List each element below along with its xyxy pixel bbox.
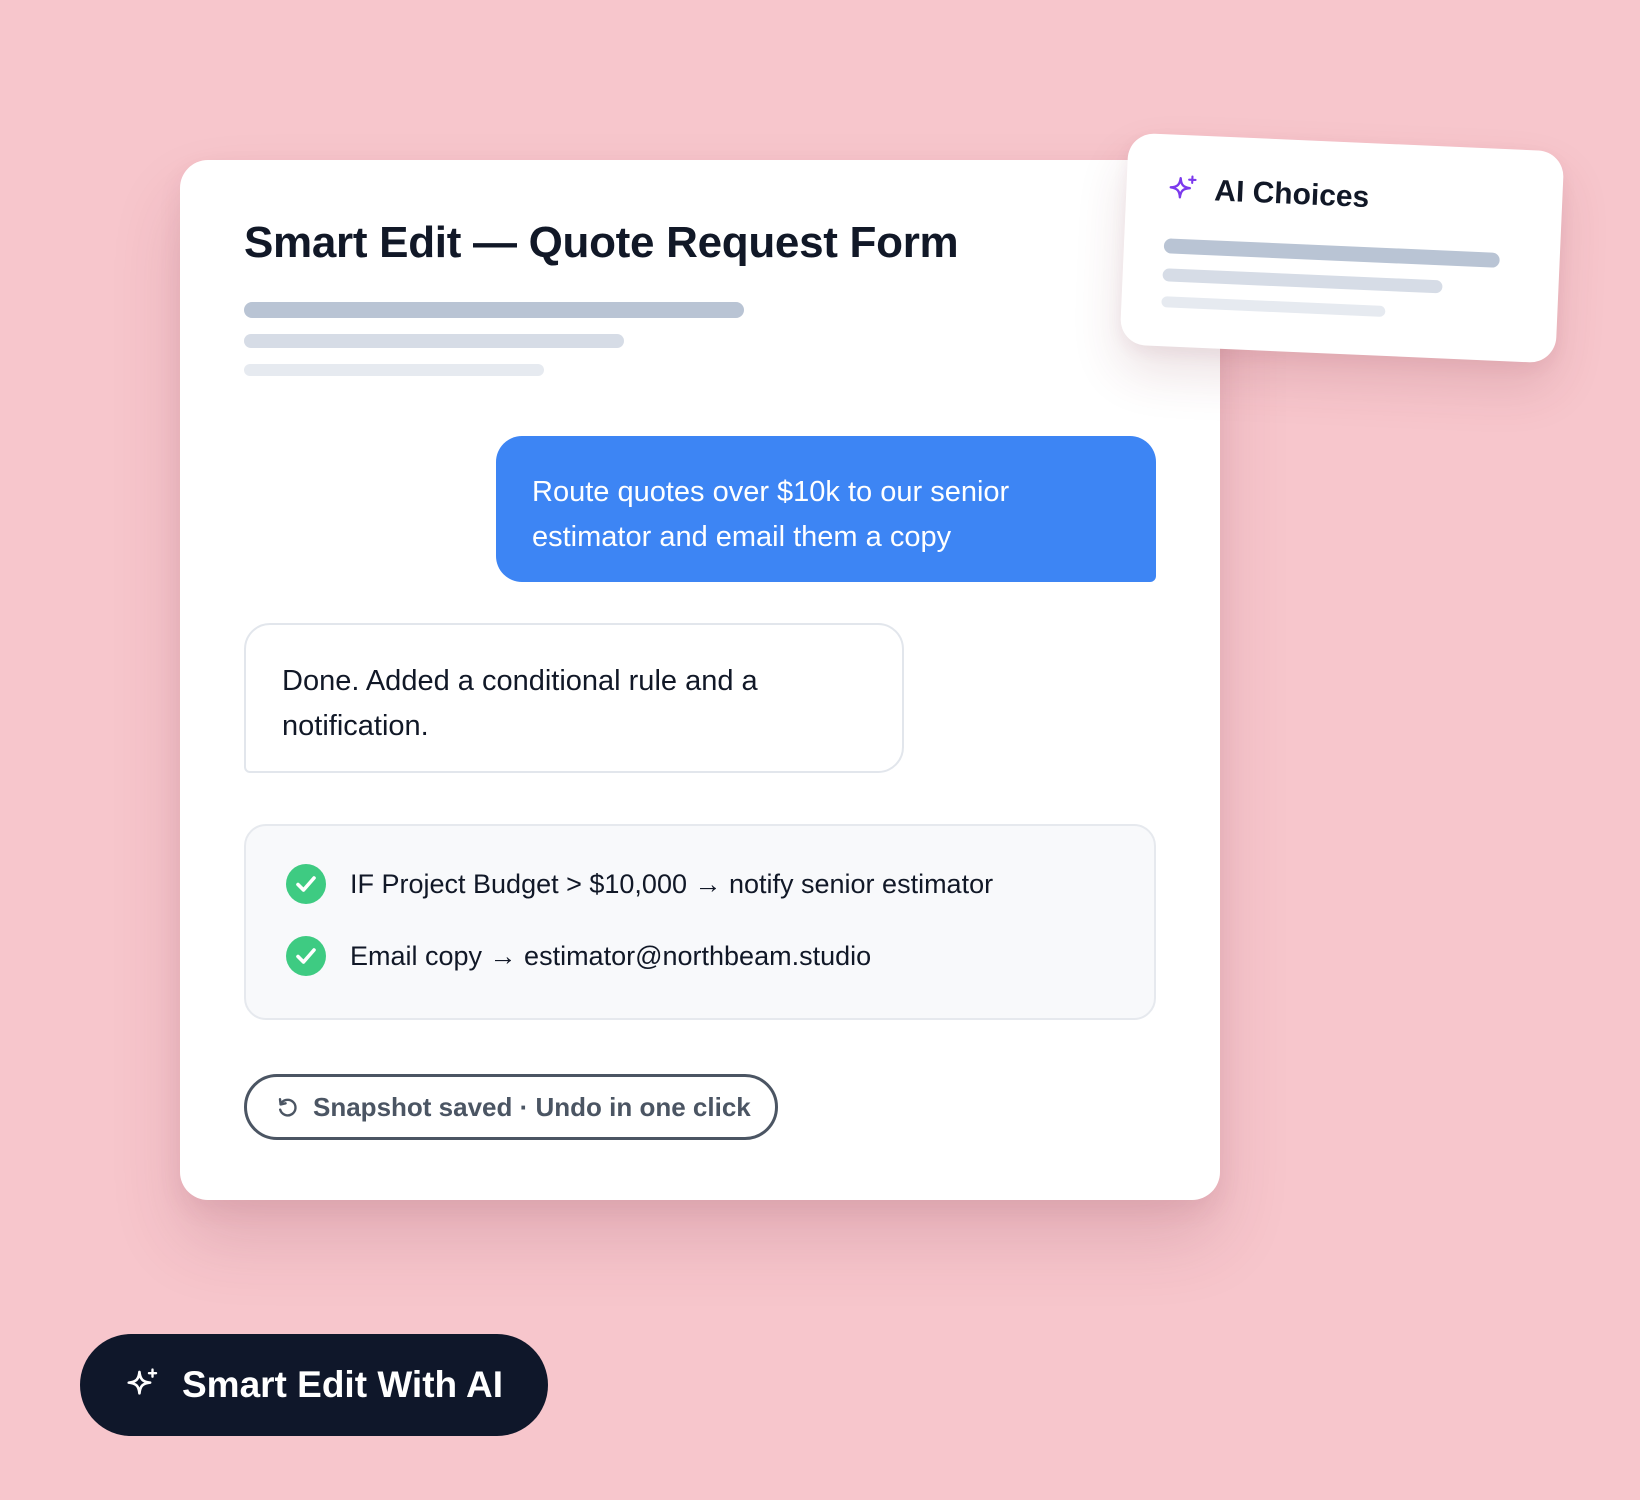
rule-text: IF Project Budget > $10,000 → notify sen… — [350, 868, 994, 899]
placeholder-line — [244, 364, 544, 376]
rules-summary-panel: IF Project Budget > $10,000 → notify sen… — [244, 824, 1156, 1020]
smart-edit-card: Smart Edit — Quote Request Form Route qu… — [180, 160, 1220, 1200]
user-message-bubble: Route quotes over $10k to our senior est… — [496, 436, 1156, 582]
smart-edit-ai-button[interactable]: Smart Edit With AI — [80, 1334, 548, 1436]
placeholder-line — [1161, 296, 1386, 317]
cta-label: Smart Edit With AI — [182, 1364, 504, 1405]
sparkle-icon — [1169, 175, 1197, 199]
ai-choices-title: AI Choices — [1213, 174, 1370, 215]
snapshot-label: Snapshot saved · Undo in one click — [313, 1091, 751, 1122]
ai-choices-card: AI Choices — [1119, 132, 1565, 364]
undo-snapshot-button[interactable]: Snapshot saved · Undo in one click — [244, 1074, 778, 1140]
undo-icon — [278, 1098, 297, 1117]
placeholder-line — [1163, 238, 1500, 268]
rule-text: Email copy → estimator@northbeam.studio — [350, 940, 872, 971]
check-circle-icon — [286, 864, 326, 904]
placeholder-line — [244, 334, 624, 348]
rule-item: IF Project Budget > $10,000 → notify sen… — [286, 864, 993, 904]
sparkle-icon — [127, 1368, 158, 1395]
placeholder-line — [1162, 268, 1443, 294]
card-title: Smart Edit — Quote Request Form — [244, 218, 959, 267]
ai-reply-bubble: Done. Added a conditional rule and a not… — [244, 623, 904, 773]
ai-choices-header: AI Choices — [1166, 172, 1370, 215]
rule-item: Email copy → estimator@northbeam.studio — [286, 936, 871, 976]
placeholder-line — [244, 302, 744, 318]
check-circle-icon — [286, 936, 326, 976]
